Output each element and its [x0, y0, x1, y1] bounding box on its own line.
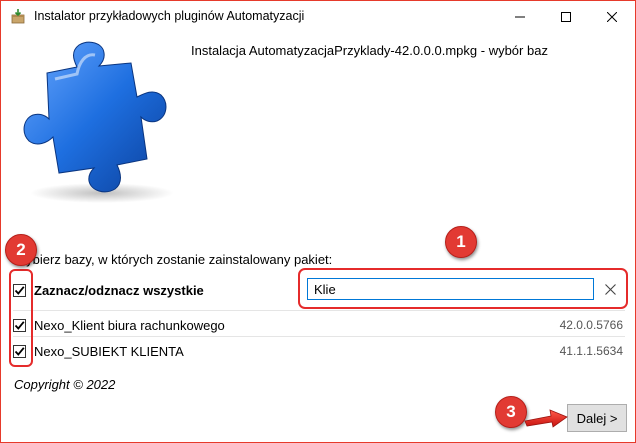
- installer-window: Instalator przykładowych pluginów Automa…: [0, 0, 636, 443]
- separator: [13, 336, 625, 337]
- close-button[interactable]: [589, 1, 635, 32]
- database-name: Nexo_SUBIEKT KLIENTA: [34, 343, 184, 359]
- separator: [13, 310, 625, 311]
- page-heading: Instalacja AutomatyzacjaPrzyklady-42.0.0…: [191, 43, 548, 58]
- select-all-label: Zaznacz/odznacz wszystkie: [34, 282, 204, 298]
- database-row[interactable]: Nexo_Klient biura rachunkowego: [13, 315, 225, 335]
- checkbox-highlight-frame: [9, 269, 33, 367]
- window-title: Instalator przykładowych pluginów Automa…: [34, 9, 305, 23]
- database-row[interactable]: Nexo_SUBIEKT KLIENTA: [13, 341, 184, 361]
- minimize-button[interactable]: [497, 1, 543, 32]
- next-button[interactable]: Dalej >: [567, 404, 627, 432]
- arrow-icon: [524, 409, 568, 428]
- step-badge-1: 1: [445, 226, 477, 258]
- minimize-icon: [515, 16, 525, 17]
- maximize-icon: [561, 11, 571, 22]
- database-prompt: Wybierz bazy, w których zostanie zainsta…: [14, 252, 333, 267]
- database-name: Nexo_Klient biura rachunkowego: [34, 317, 225, 333]
- search-highlight-frame: [298, 268, 628, 309]
- maximize-button[interactable]: [543, 1, 589, 32]
- puzzle-piece-image: [7, 33, 183, 207]
- installer-icon: [10, 8, 26, 24]
- database-version: 42.0.0.5766: [559, 318, 623, 332]
- title-bar[interactable]: Instalator przykładowych pluginów Automa…: [1, 1, 635, 32]
- database-version: 41.1.1.5634: [559, 344, 623, 358]
- close-icon: [607, 11, 617, 22]
- select-all-row[interactable]: Zaznacz/odznacz wszystkie: [13, 280, 204, 300]
- step-badge-2: 2: [5, 234, 37, 266]
- copyright-text: Copyright © 2022: [14, 377, 116, 392]
